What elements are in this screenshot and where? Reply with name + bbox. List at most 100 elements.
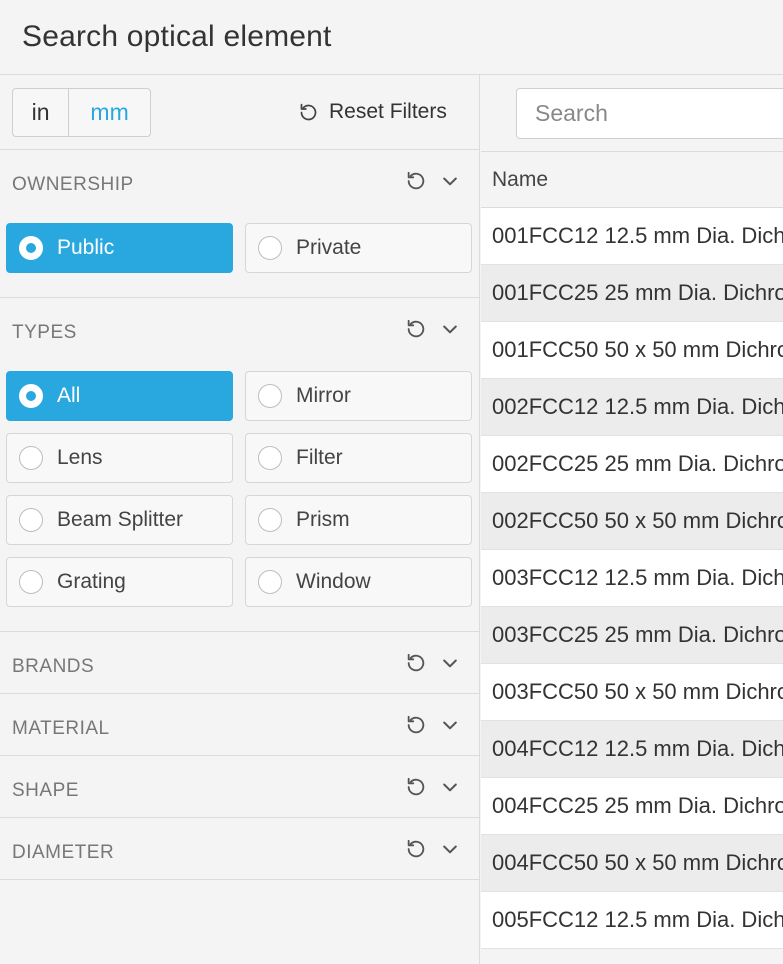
table-row[interactable]: 001FCC50 50 x 50 mm Dichroic <box>481 322 783 379</box>
section-tools-shape <box>404 775 462 799</box>
option-label: Lens <box>57 446 103 469</box>
table-row[interactable]: 002FCC12 12.5 mm Dia. Dichroic <box>481 379 783 436</box>
option-label: Grating <box>57 570 126 593</box>
reset-filters-label: Reset Filters <box>329 100 447 123</box>
option-label: Private <box>296 236 362 259</box>
section-tools-diameter <box>404 837 462 861</box>
section-title-material[interactable]: MATERIAL <box>12 718 110 740</box>
section-tools-types <box>404 317 462 341</box>
type-option-prism[interactable]: Prism <box>245 495 472 545</box>
radio-icon <box>258 446 282 470</box>
section-title-types: TYPES <box>12 322 77 343</box>
chevron-down-icon <box>443 783 457 792</box>
results-panel: Name 001FCC12 12.5 mm Dia. Dichroic 001F… <box>481 75 783 964</box>
expand-diameter-button[interactable] <box>438 837 462 861</box>
type-option-all[interactable]: All <box>6 371 233 421</box>
option-label: Public <box>57 236 115 259</box>
radio-icon <box>19 508 43 532</box>
table-row[interactable]: 004FCC12 12.5 mm Dia. Dichroic <box>481 721 783 778</box>
option-label: Window <box>296 570 371 593</box>
section-tools-material <box>404 713 462 737</box>
table-row[interactable]: 002FCC50 50 x 50 mm Dichroic <box>481 493 783 550</box>
option-label: Filter <box>296 446 343 469</box>
divider <box>0 755 480 756</box>
type-option-grating[interactable]: Grating <box>6 557 233 607</box>
reset-icon <box>407 777 425 796</box>
page-title: Search optical element <box>22 20 332 53</box>
reset-icon <box>407 653 425 672</box>
reset-icon <box>407 839 425 858</box>
radio-icon <box>258 384 282 408</box>
table-row[interactable]: 001FCC12 12.5 mm Dia. Dichroic <box>481 208 783 265</box>
page-header: Search optical element <box>0 0 783 75</box>
section-tools-brands <box>404 651 462 675</box>
table-row[interactable]: 003FCC25 25 mm Dia. Dichroic <box>481 607 783 664</box>
section-tools-ownership <box>404 169 462 193</box>
divider <box>0 817 480 818</box>
divider <box>0 693 480 694</box>
table-row[interactable]: 004FCC50 50 x 50 mm Dichroic <box>481 835 783 892</box>
search-input[interactable] <box>535 100 783 127</box>
reset-types-button[interactable] <box>404 317 428 341</box>
option-label: Prism <box>296 508 350 531</box>
radio-icon <box>19 446 43 470</box>
reset-ownership-button[interactable] <box>404 169 428 193</box>
chevron-down-icon <box>443 845 457 854</box>
unit-mm-button[interactable]: mm <box>69 89 150 136</box>
table-row[interactable]: 002FCC25 25 mm Dia. Dichroic <box>481 436 783 493</box>
reset-material-button[interactable] <box>404 713 428 737</box>
ownership-option-private[interactable]: Private <box>245 223 472 273</box>
reset-brands-button[interactable] <box>404 651 428 675</box>
table-row[interactable]: 003FCC12 12.5 mm Dia. Dichroic <box>481 550 783 607</box>
table-row[interactable]: 003FCC50 50 x 50 mm Dichroic <box>481 664 783 721</box>
option-label: All <box>57 384 81 407</box>
table-row[interactable]: 001FCC25 25 mm Dia. Dichroic <box>481 265 783 322</box>
section-title-shape[interactable]: SHAPE <box>12 780 79 802</box>
reset-filters-button[interactable]: Reset Filters <box>298 97 447 127</box>
type-option-window[interactable]: Window <box>245 557 472 607</box>
type-option-beam-splitter[interactable]: Beam Splitter <box>6 495 233 545</box>
chevron-down-icon <box>443 659 457 668</box>
filter-panel: in mm Reset Filters OWNERSHIP Public Pri… <box>0 75 480 964</box>
chevron-down-icon <box>443 177 457 186</box>
chevron-down-icon <box>443 325 457 334</box>
expand-types-button[interactable] <box>438 317 462 341</box>
search-box <box>516 88 783 139</box>
reset-icon <box>407 171 425 190</box>
unit-in-button[interactable]: in <box>13 89 70 136</box>
section-title-brands[interactable]: BRANDS <box>12 656 94 678</box>
table-row[interactable]: 005FCC12 12.5 mm Dia. Dichroic <box>481 892 783 949</box>
type-option-lens[interactable]: Lens <box>6 433 233 483</box>
reset-shape-button[interactable] <box>404 775 428 799</box>
radio-icon <box>258 236 282 260</box>
expand-shape-button[interactable] <box>438 775 462 799</box>
results-table: 001FCC12 12.5 mm Dia. Dichroic 001FCC25 … <box>481 208 783 949</box>
section-title-ownership: OWNERSHIP <box>12 174 134 195</box>
radio-icon <box>258 508 282 532</box>
unit-toggle: in mm <box>12 88 151 137</box>
divider <box>0 149 480 150</box>
radio-icon <box>258 570 282 594</box>
expand-material-button[interactable] <box>438 713 462 737</box>
section-title-diameter[interactable]: DIAMETER <box>12 842 114 864</box>
table-header: Name <box>481 151 783 208</box>
table-row[interactable]: 004FCC25 25 mm Dia. Dichroic <box>481 778 783 835</box>
reset-icon <box>407 715 425 734</box>
option-label: Beam Splitter <box>57 508 184 531</box>
expand-brands-button[interactable] <box>438 651 462 675</box>
type-option-mirror[interactable]: Mirror <box>245 371 472 421</box>
radio-icon <box>19 570 43 594</box>
reset-icon <box>300 103 317 120</box>
expand-ownership-button[interactable] <box>438 169 462 193</box>
reset-diameter-button[interactable] <box>404 837 428 861</box>
divider <box>0 297 480 298</box>
divider <box>0 631 480 632</box>
reset-icon <box>407 319 425 338</box>
ownership-option-public[interactable]: Public <box>6 223 233 273</box>
column-header-name[interactable]: Name <box>492 168 548 192</box>
chevron-down-icon <box>443 721 457 730</box>
radio-icon <box>19 236 43 260</box>
type-option-filter[interactable]: Filter <box>245 433 472 483</box>
radio-icon <box>19 384 43 408</box>
divider <box>0 879 480 880</box>
